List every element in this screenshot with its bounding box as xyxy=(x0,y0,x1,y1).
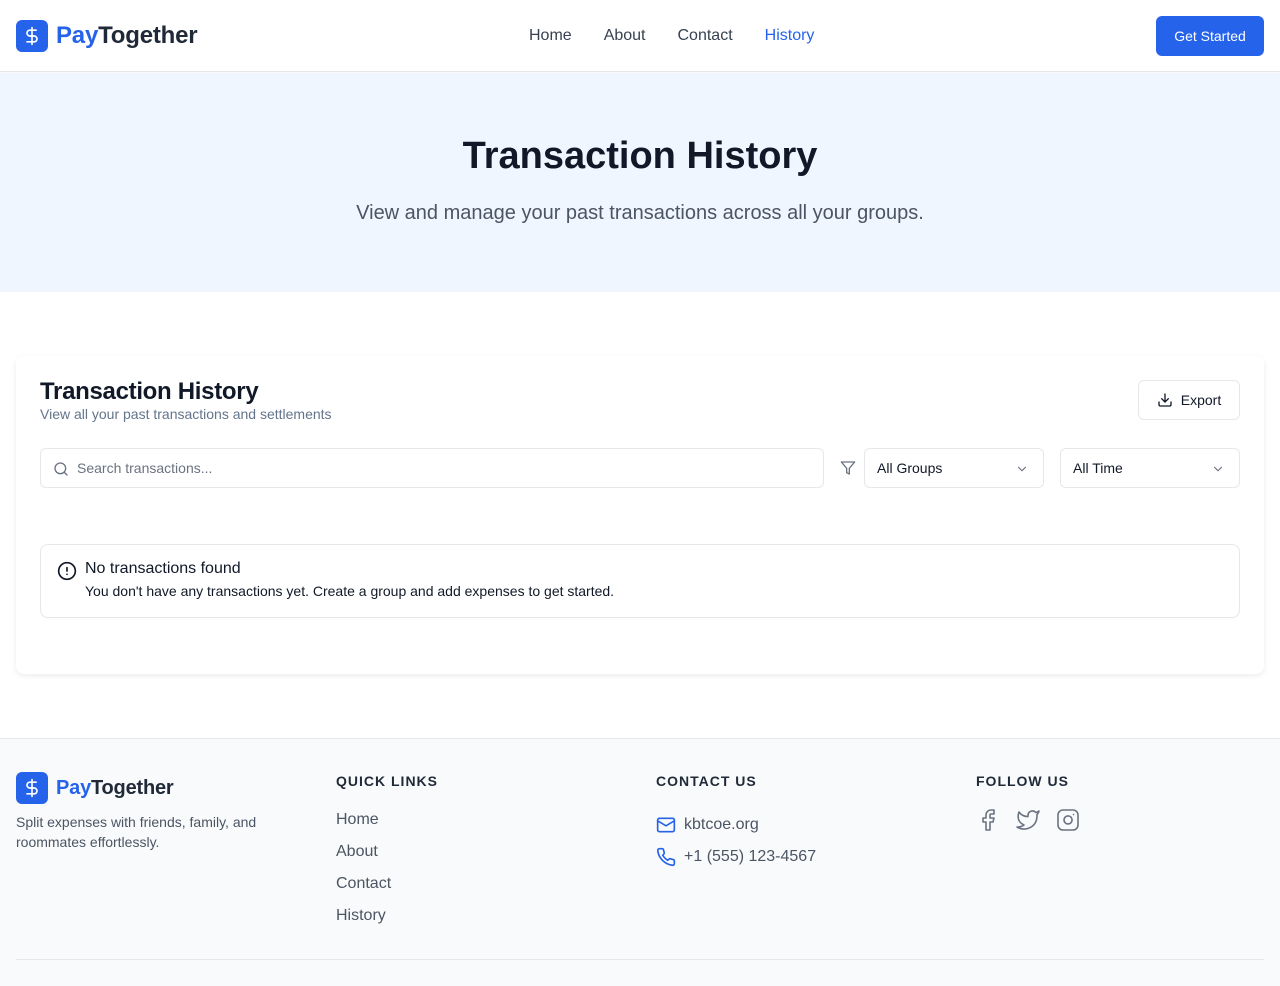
transaction-history-card: Transaction History View all your past t… xyxy=(16,356,1264,674)
dollar-icon xyxy=(16,20,48,52)
empty-state-description: You don't have any transactions yet. Cre… xyxy=(85,583,615,599)
facebook-icon[interactable] xyxy=(976,808,1000,832)
search-input[interactable] xyxy=(77,449,817,487)
card-title: Transaction History xyxy=(40,378,259,405)
filter-icon xyxy=(840,460,856,481)
follow-heading: FOLLOW US xyxy=(976,773,1069,789)
main-nav: Home About Contact History xyxy=(529,26,846,46)
hero-section: Transaction History View and manage your… xyxy=(0,73,1280,292)
footer-link-home[interactable]: Home xyxy=(336,809,391,841)
time-filter-select[interactable]: All Time xyxy=(1060,448,1240,488)
group-filter-value: All Groups xyxy=(877,460,943,476)
footer-brand-name-together: Together xyxy=(91,776,174,799)
site-header: PayTogether Home About Contact History G… xyxy=(0,0,1280,72)
chevron-down-icon xyxy=(1015,462,1029,479)
contact-email: kbtcoe.org xyxy=(684,816,759,833)
contact-list: kbtcoe.org +1 (555) 123-4567 xyxy=(656,809,816,873)
footer-link-history[interactable]: History xyxy=(336,905,391,937)
quick-links-list: Home About Contact History xyxy=(336,809,391,937)
group-filter-select[interactable]: All Groups xyxy=(864,448,1044,488)
nav-home[interactable]: Home xyxy=(529,26,572,46)
social-links xyxy=(976,808,1096,832)
time-filter-value: All Time xyxy=(1073,460,1123,476)
card-subtitle: View all your past transactions and sett… xyxy=(40,406,332,422)
footer-divider xyxy=(16,959,1264,960)
brand-name-together: Together xyxy=(98,22,198,49)
contact-heading: CONTACT US xyxy=(656,773,757,789)
export-button[interactable]: Export xyxy=(1138,380,1240,420)
search-box xyxy=(40,448,824,488)
brand-name: PayTogether xyxy=(56,22,198,50)
brand-name-pay: Pay xyxy=(56,22,99,49)
footer-link-contact[interactable]: Contact xyxy=(336,873,391,905)
search-icon xyxy=(53,461,69,482)
quick-links-heading: QUICK LINKS xyxy=(336,773,438,789)
footer-link-about[interactable]: About xyxy=(336,841,391,873)
download-icon xyxy=(1157,392,1173,408)
brand-logo[interactable]: PayTogether xyxy=(16,20,198,52)
nav-about[interactable]: About xyxy=(604,26,646,46)
twitter-icon[interactable] xyxy=(1016,808,1040,832)
hero-title: Transaction History xyxy=(462,135,818,177)
mail-icon xyxy=(656,815,676,835)
get-started-button[interactable]: Get Started xyxy=(1156,16,1264,56)
footer-brand-logo[interactable]: PayTogether xyxy=(16,772,174,804)
footer-tagline: Split expenses with friends, family, and… xyxy=(16,814,257,850)
empty-state-title: No transactions found xyxy=(85,560,241,577)
export-label: Export xyxy=(1180,392,1222,408)
contact-phone-row[interactable]: +1 (555) 123-4567 xyxy=(656,841,816,873)
footer-brand-name: PayTogether xyxy=(56,776,174,800)
nav-contact[interactable]: Contact xyxy=(678,26,733,46)
footer-brand-name-pay: Pay xyxy=(56,776,91,799)
contact-email-row[interactable]: kbtcoe.org xyxy=(656,809,816,841)
phone-icon xyxy=(656,847,676,867)
site-footer: PayTogether Split expenses with friends,… xyxy=(0,738,1280,986)
contact-phone: +1 (555) 123-4567 xyxy=(684,848,817,865)
nav-history[interactable]: History xyxy=(765,26,815,46)
instagram-icon[interactable] xyxy=(1056,808,1080,832)
dollar-icon xyxy=(16,772,48,804)
hero-subtitle: View and manage your past transactions a… xyxy=(356,202,924,224)
chevron-down-icon xyxy=(1211,462,1225,479)
empty-state-alert: No transactions found You don't have any… xyxy=(40,544,1240,618)
alert-circle-icon xyxy=(57,561,77,586)
